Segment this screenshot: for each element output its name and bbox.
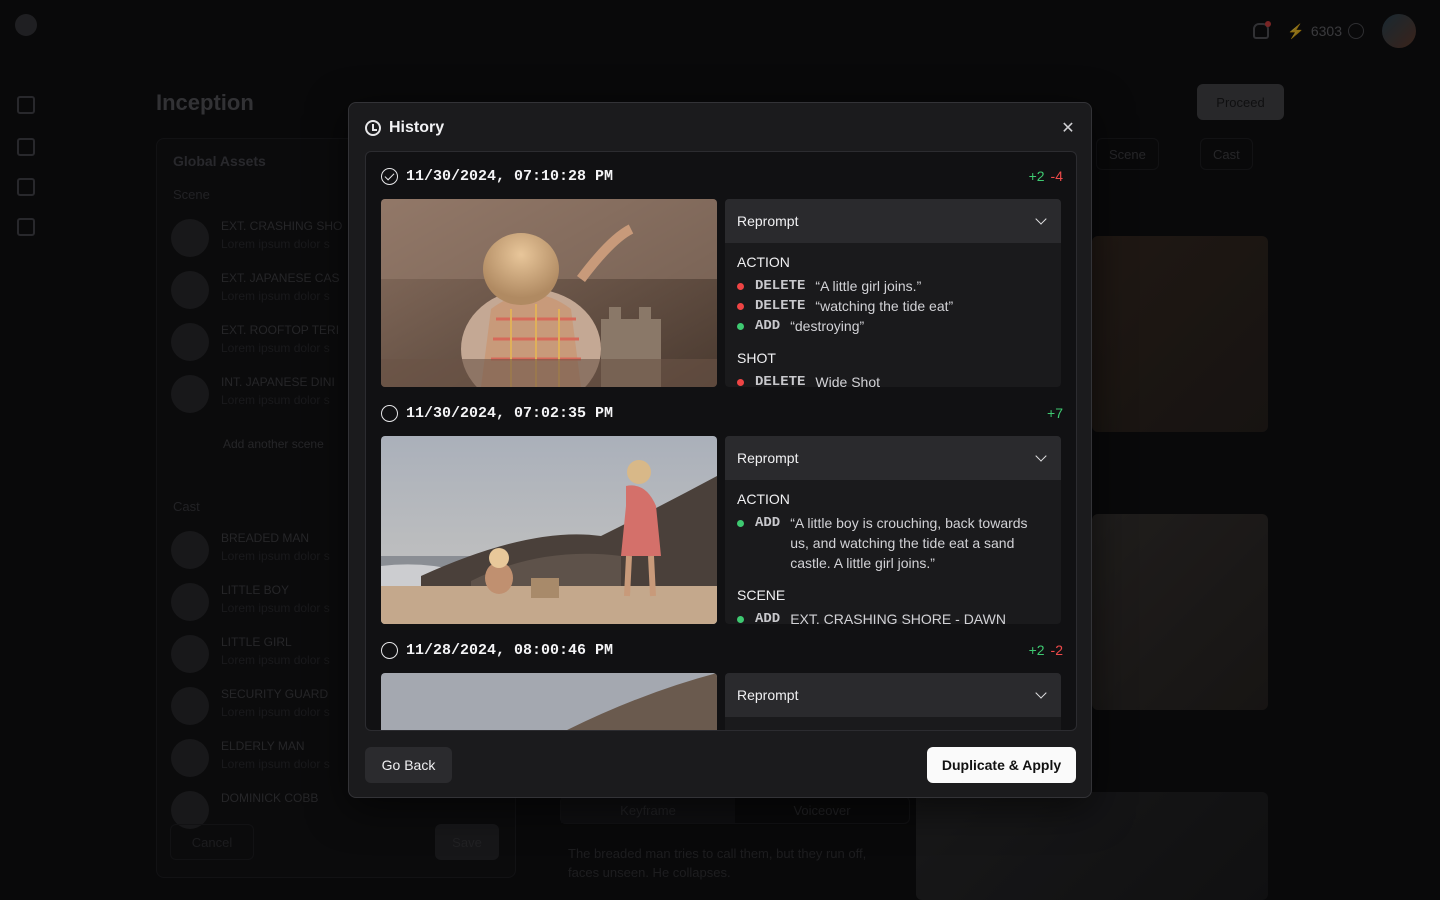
- deletions-count: -4: [1050, 168, 1063, 184]
- chevron-down-icon: [1035, 213, 1047, 225]
- entry-header: 11/28/2024, 08:00:46 PM +2 -2: [381, 641, 1063, 659]
- reprompt-label: Reprompt: [737, 450, 799, 466]
- change-list: ACTION ADD “A little boy is crouching, ba…: [725, 480, 1061, 624]
- entry-changes-panel: Reprompt: [725, 673, 1061, 730]
- modal-title: History: [389, 119, 445, 136]
- change-op: DELETE: [755, 374, 806, 387]
- delete-dot-icon: [737, 379, 744, 386]
- change-op: ADD: [755, 611, 781, 624]
- entry-changes-panel: Reprompt ACTION ADD “A little boy is crou…: [725, 436, 1061, 624]
- change-op: DELETE: [755, 278, 806, 294]
- change-text: “watching the tide eat”: [815, 298, 954, 314]
- history-list[interactable]: 11/30/2024, 07:10:28 PM +2 -4 Reprompt A…: [365, 151, 1077, 731]
- history-entry: 11/28/2024, 08:00:46 PM +2 -2 Reprompt: [366, 626, 1076, 730]
- entry-select-radio[interactable]: [381, 167, 398, 185]
- entry-diff-count: +2 -4: [1029, 168, 1063, 184]
- reprompt-label: Reprompt: [737, 687, 799, 703]
- change-text: Wide Shot: [815, 374, 881, 387]
- entry-thumbnail: [381, 436, 717, 624]
- additions-count: +2: [1028, 642, 1045, 658]
- reprompt-label: Reprompt: [737, 213, 799, 229]
- entry-diff-count: +7: [1047, 405, 1063, 421]
- reprompt-dropdown[interactable]: Reprompt: [725, 199, 1061, 243]
- entry-header: 11/30/2024, 07:02:35 PM +7: [381, 404, 1063, 422]
- entry-changes-panel: Reprompt ACTION DELETE “A little girl joi…: [725, 199, 1061, 387]
- change-text: EXT. CRASHING SHORE - DAWN: [790, 611, 1006, 624]
- history-entry: 11/30/2024, 07:10:28 PM +2 -4 Reprompt A…: [366, 152, 1076, 389]
- duplicate-apply-button[interactable]: Duplicate & Apply: [927, 747, 1076, 783]
- add-dot-icon: [737, 520, 744, 527]
- change-text: “A little girl joins.”: [815, 278, 922, 294]
- change-op: ADD: [755, 318, 781, 334]
- change-item: ADD EXT. CRASHING SHORE - DAWN: [737, 609, 1049, 624]
- change-item: DELETE “watching the tide eat”: [737, 296, 1049, 316]
- additions-count: +2: [1028, 168, 1045, 184]
- add-dot-icon: [737, 323, 744, 330]
- additions-count: +7: [1047, 405, 1063, 421]
- delete-dot-icon: [737, 303, 744, 310]
- deletions-count: -2: [1050, 642, 1063, 658]
- section-title: SHOT: [737, 350, 776, 366]
- section-title: ACTION: [737, 254, 790, 270]
- girl-sandcastle-image: [381, 199, 717, 387]
- entry-thumbnail: [381, 673, 717, 730]
- entry-timestamp: 11/28/2024, 08:00:46 PM: [406, 641, 614, 659]
- change-item: DELETE Wide Shot: [737, 372, 1049, 387]
- reprompt-dropdown[interactable]: Reprompt: [725, 436, 1061, 480]
- add-dot-icon: [737, 616, 744, 623]
- history-modal: History ✕ 11/30/2024, 07:10:28 PM +2 -4: [348, 102, 1092, 798]
- entry-diff-count: +2 -2: [1029, 642, 1063, 658]
- history-icon: [365, 120, 381, 136]
- change-text: “destroying”: [790, 318, 865, 334]
- close-icon[interactable]: ✕: [1059, 119, 1077, 137]
- entry-select-radio[interactable]: [381, 641, 398, 659]
- change-item: ADD “A little boy is crouching, back towa…: [737, 513, 1049, 573]
- delete-dot-icon: [737, 283, 744, 290]
- reprompt-dropdown[interactable]: Reprompt: [725, 673, 1061, 717]
- change-item: ADD “destroying”: [737, 316, 1049, 336]
- beach-image: [381, 673, 717, 730]
- change-op: ADD: [755, 515, 781, 531]
- entry-timestamp: 11/30/2024, 07:10:28 PM: [406, 167, 614, 185]
- chevron-down-icon: [1035, 687, 1047, 699]
- entry-thumbnail: [381, 199, 717, 387]
- chevron-down-icon: [1035, 450, 1047, 462]
- entry-header: 11/30/2024, 07:10:28 PM +2 -4: [381, 167, 1063, 185]
- change-item: DELETE “A little girl joins.”: [737, 276, 1049, 296]
- change-list: ACTION DELETE “A little girl joins.” DELE…: [725, 243, 1061, 387]
- entry-select-radio[interactable]: [381, 404, 398, 422]
- section-title: SCENE: [737, 587, 786, 603]
- go-back-button[interactable]: Go Back: [365, 747, 452, 783]
- children-on-beach-image: [381, 436, 717, 624]
- section-title: ACTION: [737, 491, 790, 507]
- history-entry: 11/30/2024, 07:02:35 PM +7 Reprompt ACTI…: [366, 389, 1076, 626]
- change-op: DELETE: [755, 298, 806, 314]
- entry-timestamp: 11/30/2024, 07:02:35 PM: [406, 404, 614, 422]
- modal-header: History ✕: [365, 117, 1077, 139]
- change-text: “A little boy is crouching, back towards…: [790, 515, 1028, 571]
